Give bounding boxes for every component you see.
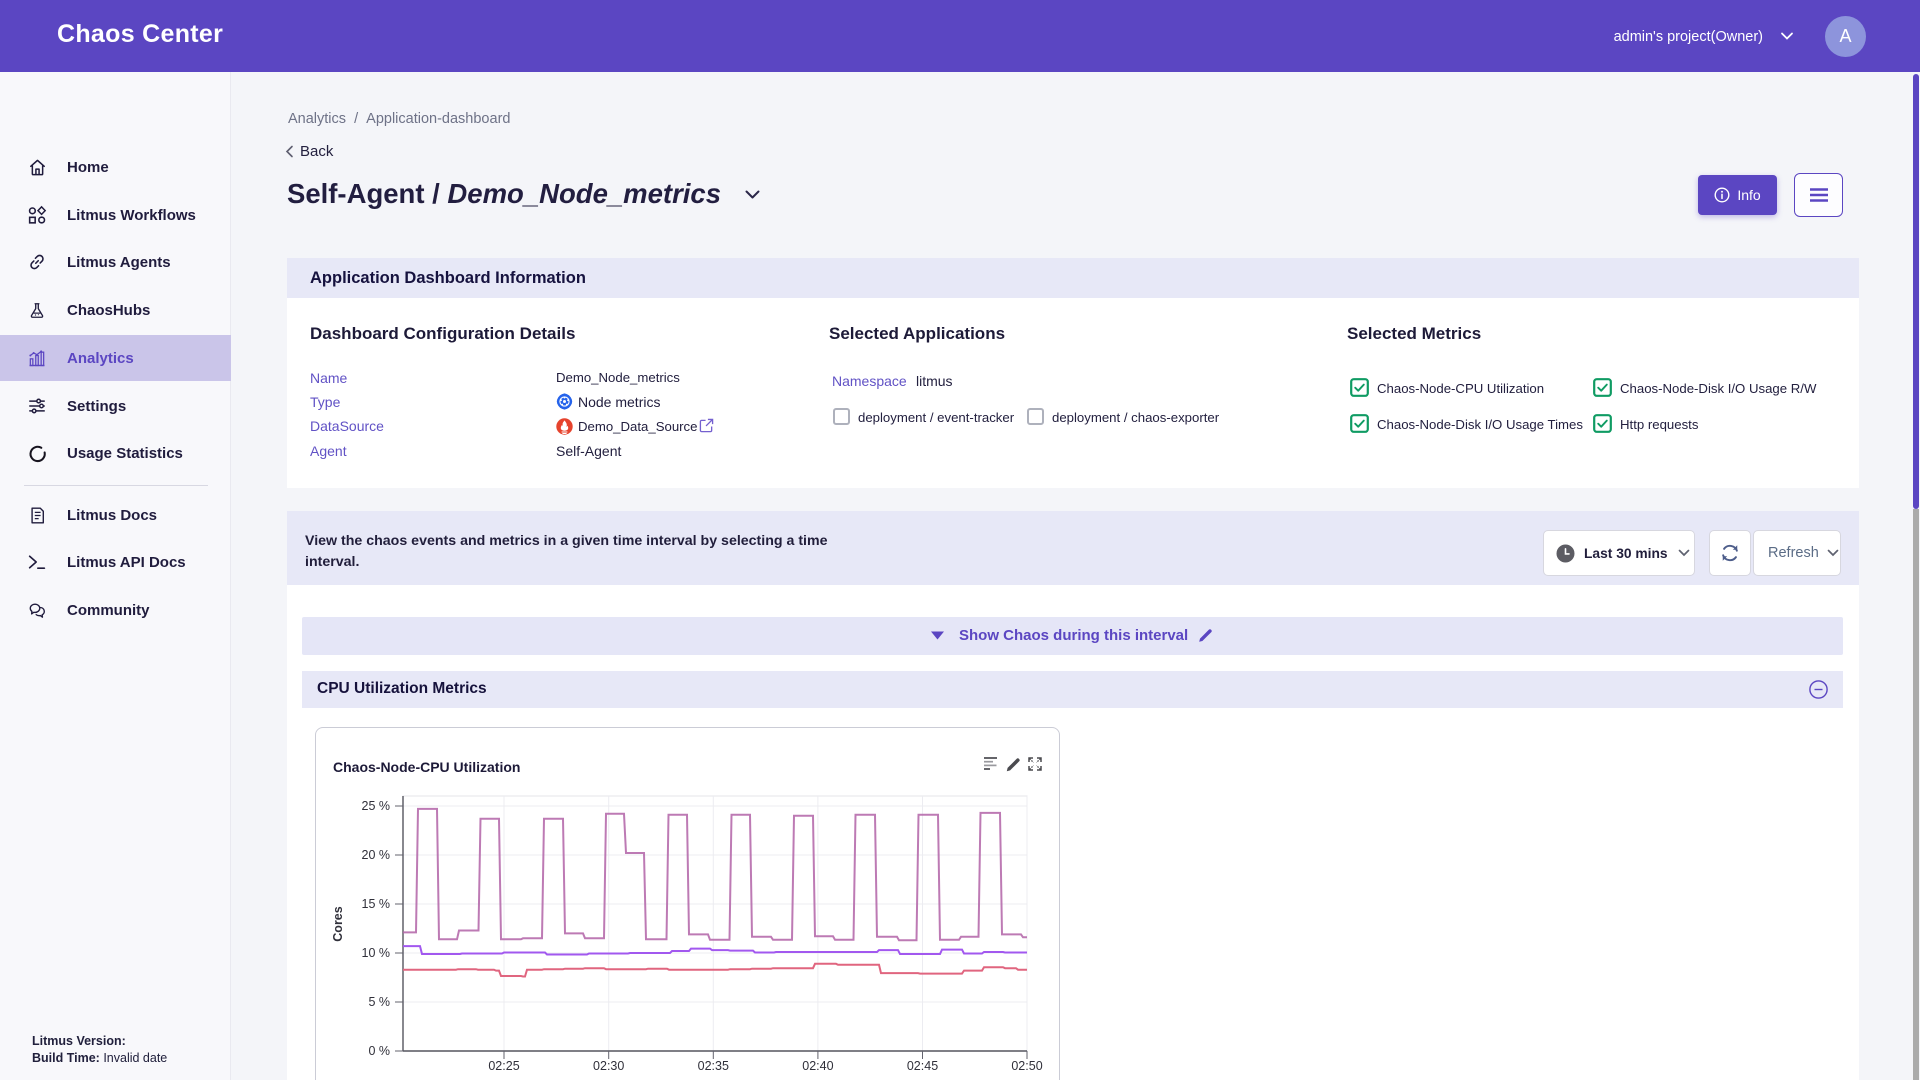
svg-text:10 %: 10 % [362, 946, 391, 960]
svg-text:02:25: 02:25 [488, 1059, 519, 1073]
svg-text:02:30: 02:30 [593, 1059, 624, 1073]
svg-text:02:35: 02:35 [698, 1059, 729, 1073]
svg-text:15 %: 15 % [362, 897, 391, 911]
svg-text:02:40: 02:40 [802, 1059, 833, 1073]
svg-text:20 %: 20 % [362, 848, 391, 862]
svg-text:25 %: 25 % [362, 799, 391, 813]
svg-text:02:45: 02:45 [907, 1059, 938, 1073]
svg-text:02:50: 02:50 [1011, 1059, 1042, 1073]
svg-text:Cores: Cores [331, 906, 345, 941]
svg-text:0 %: 0 % [368, 1044, 390, 1058]
svg-text:5 %: 5 % [368, 995, 390, 1009]
